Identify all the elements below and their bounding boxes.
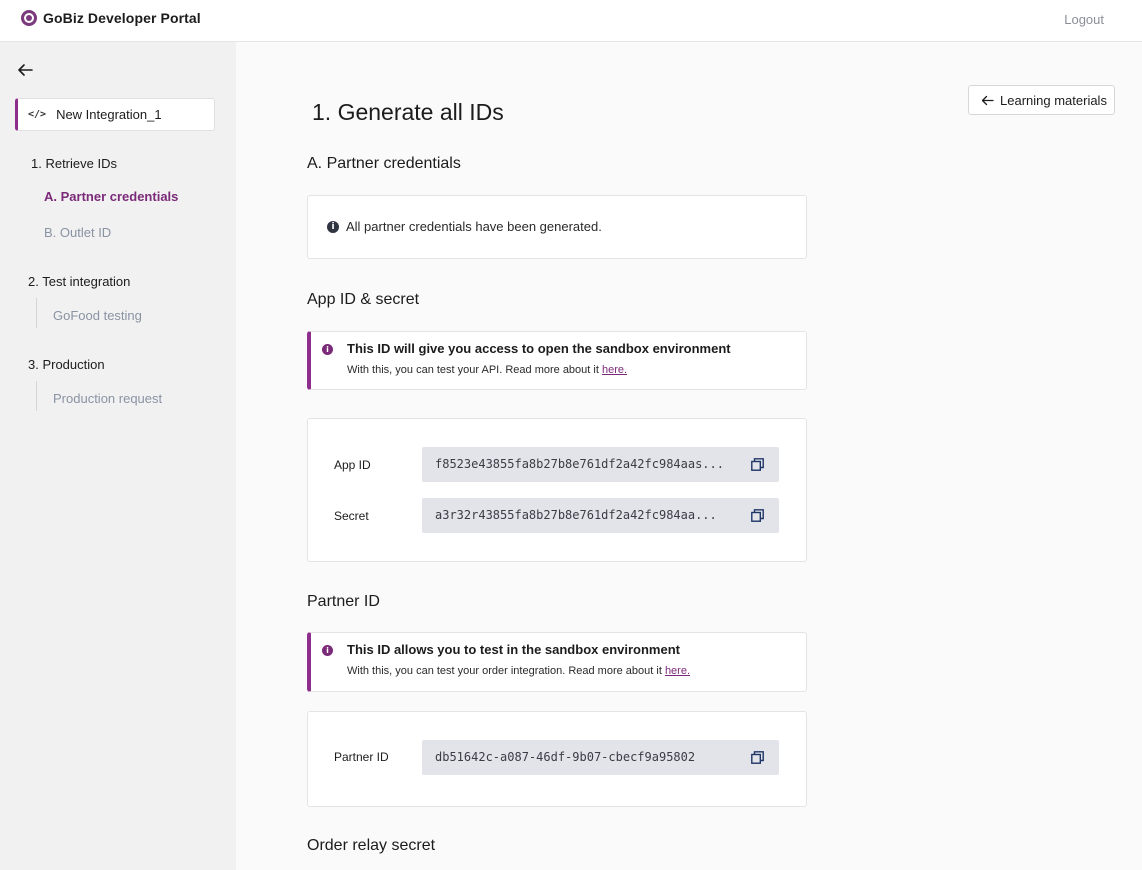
nav-section-test-integration[interactable]: 2. Test integration: [28, 274, 130, 289]
callout-body-text: With this, you can test your API. Read m…: [347, 364, 602, 376]
callout-body: With this, you can test your API. Read m…: [347, 364, 627, 376]
partner-id-field[interactable]: db51642c-a087-46df-9b07-cbecf9a95802: [422, 740, 779, 775]
learning-materials-label: Learning materials: [1000, 92, 1107, 108]
section-title-order-relay: Order relay secret: [307, 837, 436, 854]
partner-id-label: Partner ID: [334, 750, 389, 764]
info-icon: i: [322, 645, 333, 656]
nav-item-production-request[interactable]: Production request: [53, 391, 162, 406]
arrow-left-icon: [981, 95, 994, 105]
read-more-link[interactable]: here.: [665, 665, 690, 677]
code-icon: </>: [28, 109, 47, 120]
callout-body-text: With this, you can test your order integ…: [347, 665, 665, 677]
app-credentials-card: App ID f8523e43855fa8b27b8e761df2a42fc98…: [307, 418, 807, 562]
brand[interactable]: GoBiz Developer Portal: [21, 10, 201, 26]
credentials-notice-text: All partner credentials have been genera…: [346, 219, 602, 234]
nav-section-production[interactable]: 3. Production: [28, 357, 105, 372]
brand-name: GoBiz Developer Portal: [43, 10, 201, 26]
copy-icon[interactable]: [751, 509, 764, 522]
callout-title: This ID allows you to test in the sandbo…: [347, 642, 680, 657]
section-title-partner-credentials: A. Partner credentials: [307, 155, 461, 172]
section-title-partner-id: Partner ID: [307, 593, 380, 610]
read-more-link[interactable]: here.: [602, 364, 627, 376]
info-icon: i: [322, 344, 333, 355]
integration-selector[interactable]: </> New Integration_1: [15, 98, 215, 131]
nav-item-gofood-testing[interactable]: GoFood testing: [53, 308, 142, 323]
copy-icon[interactable]: [751, 458, 764, 471]
credentials-notice: i All partner credentials have been gene…: [307, 195, 807, 259]
nav-divider-line: [36, 298, 37, 328]
app-id-label: App ID: [334, 458, 371, 472]
callout-title: This ID will give you access to open the…: [347, 341, 731, 356]
app-id-field[interactable]: f8523e43855fa8b27b8e761df2a42fc984aas...: [422, 447, 779, 482]
sidebar: </> New Integration_1 1. Retrieve IDs A.…: [0, 42, 236, 870]
gobiz-logo-icon: [21, 10, 37, 26]
partner-id-callout: i This ID allows you to test in the sand…: [307, 632, 807, 692]
partner-id-card: Partner ID db51642c-a087-46df-9b07-cbecf…: [307, 711, 807, 807]
section-title-app-secret: App ID & secret: [307, 291, 420, 308]
integration-name: New Integration_1: [56, 107, 162, 122]
nav-divider-line: [36, 381, 37, 411]
logout-link[interactable]: Logout: [1064, 12, 1104, 27]
app-secret-callout: i This ID will give you access to open t…: [307, 331, 807, 390]
back-arrow-icon[interactable]: [16, 62, 34, 78]
secret-value: a3r32r43855fa8b27b8e761df2a42fc984aa...: [435, 508, 717, 522]
nav-section-retrieve-ids[interactable]: 1. Retrieve IDs: [31, 156, 117, 171]
secret-label: Secret: [334, 509, 369, 523]
callout-body: With this, you can test your order integ…: [347, 665, 690, 677]
learning-materials-button[interactable]: Learning materials: [968, 85, 1115, 115]
app-id-value: f8523e43855fa8b27b8e761df2a42fc984aas...: [435, 457, 724, 471]
top-bar: GoBiz Developer Portal Logout: [0, 0, 1142, 42]
copy-icon[interactable]: [751, 751, 764, 764]
secret-field[interactable]: a3r32r43855fa8b27b8e761df2a42fc984aa...: [422, 498, 779, 533]
nav-item-partner-credentials[interactable]: A. Partner credentials: [44, 189, 178, 204]
nav-item-outlet-id[interactable]: B. Outlet ID: [44, 225, 111, 240]
info-icon: i: [327, 221, 339, 233]
partner-id-value: db51642c-a087-46df-9b07-cbecf9a95802: [435, 750, 696, 764]
page-title: 1. Generate all IDs: [312, 99, 504, 125]
